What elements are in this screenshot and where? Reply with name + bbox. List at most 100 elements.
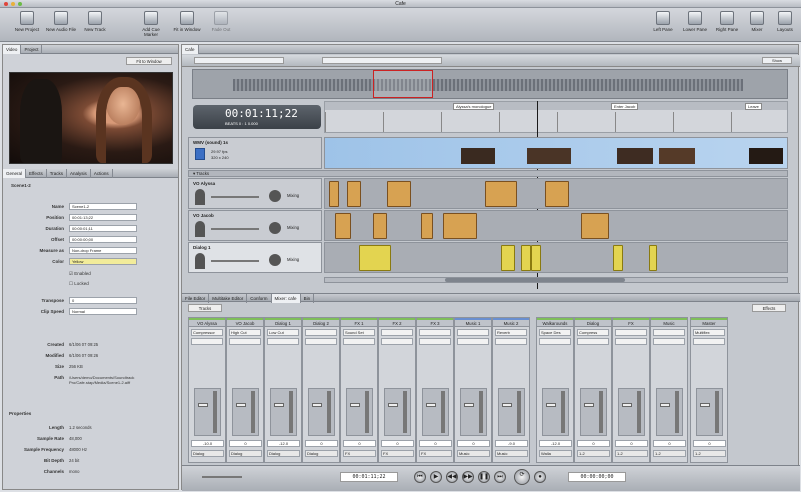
go-to-end-button[interactable]: ⏭ (494, 471, 506, 483)
track-lane-vo-jacob[interactable] (324, 210, 788, 241)
new-track-button[interactable]: New Track (80, 11, 110, 32)
channel-fader[interactable] (460, 388, 487, 436)
locked-checkbox[interactable]: ☐ Locked (69, 281, 89, 287)
effect-slot[interactable] (653, 329, 685, 336)
effect-slot[interactable]: Low Cut (267, 329, 299, 336)
effect-slot-empty[interactable] (419, 338, 451, 345)
master-volume-slider[interactable] (202, 476, 242, 478)
effect-slot-empty[interactable] (343, 338, 375, 345)
channel-fader[interactable] (656, 388, 683, 436)
volume-field[interactable]: 0 (693, 440, 726, 447)
duration-field[interactable]: 00:00:01;11 (69, 225, 137, 232)
rewind-button[interactable]: ◀◀ (446, 471, 458, 483)
measure-as-select[interactable]: Non-drop Frame (69, 247, 137, 254)
track-lane-dialog-1[interactable] (324, 242, 788, 273)
effect-slot-empty[interactable] (381, 338, 413, 345)
channel-fader[interactable] (194, 388, 221, 436)
volume-field[interactable]: 0 (577, 440, 610, 447)
overview-viewport[interactable] (373, 70, 433, 98)
tab-general[interactable]: General (3, 169, 27, 178)
fader-knob[interactable] (464, 403, 474, 407)
pan-knob[interactable] (269, 222, 281, 234)
track-header-dialog-1[interactable]: Dialog 1 Mixing (188, 242, 322, 273)
audio-region[interactable] (443, 213, 477, 239)
channel-fader[interactable] (696, 388, 723, 436)
tab-effects[interactable]: Effects (26, 169, 47, 178)
snap-controls[interactable] (322, 57, 442, 64)
volume-field[interactable]: 0 (343, 440, 376, 447)
video-track-lane[interactable] (324, 137, 788, 169)
fader-knob[interactable] (236, 403, 246, 407)
volume-field[interactable]: -10.0 (191, 440, 224, 447)
audio-region[interactable] (359, 245, 391, 271)
channel-fader[interactable] (542, 388, 569, 436)
timeline-ruler[interactable]: Alyssa's monologue Enter Jacob Leave (324, 101, 788, 133)
channel-fader[interactable] (270, 388, 297, 436)
new-project-button[interactable]: New Project (12, 11, 42, 32)
fader-knob[interactable] (584, 403, 594, 407)
effect-slot[interactable]: High Cut (229, 329, 261, 336)
marker-3[interactable]: Leave (745, 103, 762, 110)
fast-forward-button[interactable]: ▶▶ (462, 471, 474, 483)
tab-mixer[interactable]: Mixer: cafe (271, 294, 301, 303)
output-select[interactable]: Dialog (305, 450, 338, 457)
fader-knob[interactable] (274, 403, 284, 407)
output-select[interactable]: Music (457, 450, 490, 457)
volume-field[interactable]: 0 (229, 440, 262, 447)
right-pane-button[interactable]: Right Pane (712, 11, 742, 32)
channel-fader[interactable] (232, 388, 259, 436)
output-select[interactable]: FX (381, 450, 414, 457)
audio-region[interactable] (581, 213, 609, 239)
marker-2[interactable]: Enter Jacob (611, 103, 639, 110)
name-field[interactable]: Scene1-2 (69, 203, 137, 210)
audio-region[interactable] (521, 245, 531, 271)
zoom-icon[interactable] (18, 2, 22, 6)
tab-actions[interactable]: Actions (91, 169, 113, 178)
clip-speed-select[interactable]: Normal (69, 308, 137, 315)
output-select[interactable]: 1-2 (615, 450, 648, 457)
fader-knob[interactable] (426, 403, 436, 407)
close-icon[interactable] (4, 2, 8, 6)
timeline-scrollbar[interactable] (324, 277, 788, 283)
view-menu[interactable]: Show (762, 57, 792, 64)
loop-button[interactable]: ⟳ (514, 469, 530, 485)
volume-slider[interactable] (211, 260, 259, 262)
audio-region[interactable] (335, 213, 351, 239)
output-select[interactable]: Walla (539, 450, 572, 457)
tool-buttons[interactable] (194, 57, 284, 64)
audio-region[interactable] (485, 181, 517, 207)
channel-fader[interactable] (498, 388, 525, 436)
volume-slider[interactable] (211, 228, 259, 230)
mixer-view-select[interactable]: Tracks (188, 304, 222, 312)
audio-region[interactable] (347, 181, 361, 207)
color-select[interactable]: Yellow (69, 258, 137, 265)
volume-field[interactable]: -9.0 (495, 440, 528, 447)
effect-slot[interactable]: Multiflex (693, 329, 725, 336)
audio-region[interactable] (545, 181, 569, 207)
output-select[interactable]: FX (419, 450, 452, 457)
marker-1[interactable]: Alyssa's monologue (453, 103, 495, 110)
fader-knob[interactable] (312, 403, 322, 407)
tab-conform[interactable]: Conform (247, 294, 272, 303)
tab-video[interactable]: Video (3, 45, 22, 54)
effect-slot-empty[interactable] (457, 338, 489, 345)
output-select[interactable]: 1-2 (693, 450, 726, 457)
track-header-vo-alyssa[interactable]: VO Alyssa Mixing (188, 178, 322, 209)
volume-field[interactable]: 0 (653, 440, 686, 447)
channel-fader[interactable] (308, 388, 335, 436)
add-cue-marker-button[interactable]: Add Cue Marker (136, 11, 166, 37)
effect-slot-empty[interactable] (305, 338, 337, 345)
effect-slot[interactable]: Space Des (539, 329, 571, 336)
effect-slot-empty[interactable] (693, 338, 725, 345)
tab-multitake-editor[interactable]: Multitake Editor (209, 294, 248, 303)
fit-in-window-button[interactable]: Fit in Window (172, 11, 202, 32)
minimize-icon[interactable] (11, 2, 15, 6)
fader-knob[interactable] (388, 403, 398, 407)
volume-field[interactable]: -12.0 (267, 440, 300, 447)
fader-knob[interactable] (700, 403, 710, 407)
fade-out-button[interactable]: Fade Out (206, 11, 236, 32)
fader-knob[interactable] (546, 403, 556, 407)
tab-bin[interactable]: Bin (301, 294, 315, 303)
audio-region[interactable] (501, 245, 515, 271)
transpose-field[interactable]: 0 (69, 297, 137, 304)
